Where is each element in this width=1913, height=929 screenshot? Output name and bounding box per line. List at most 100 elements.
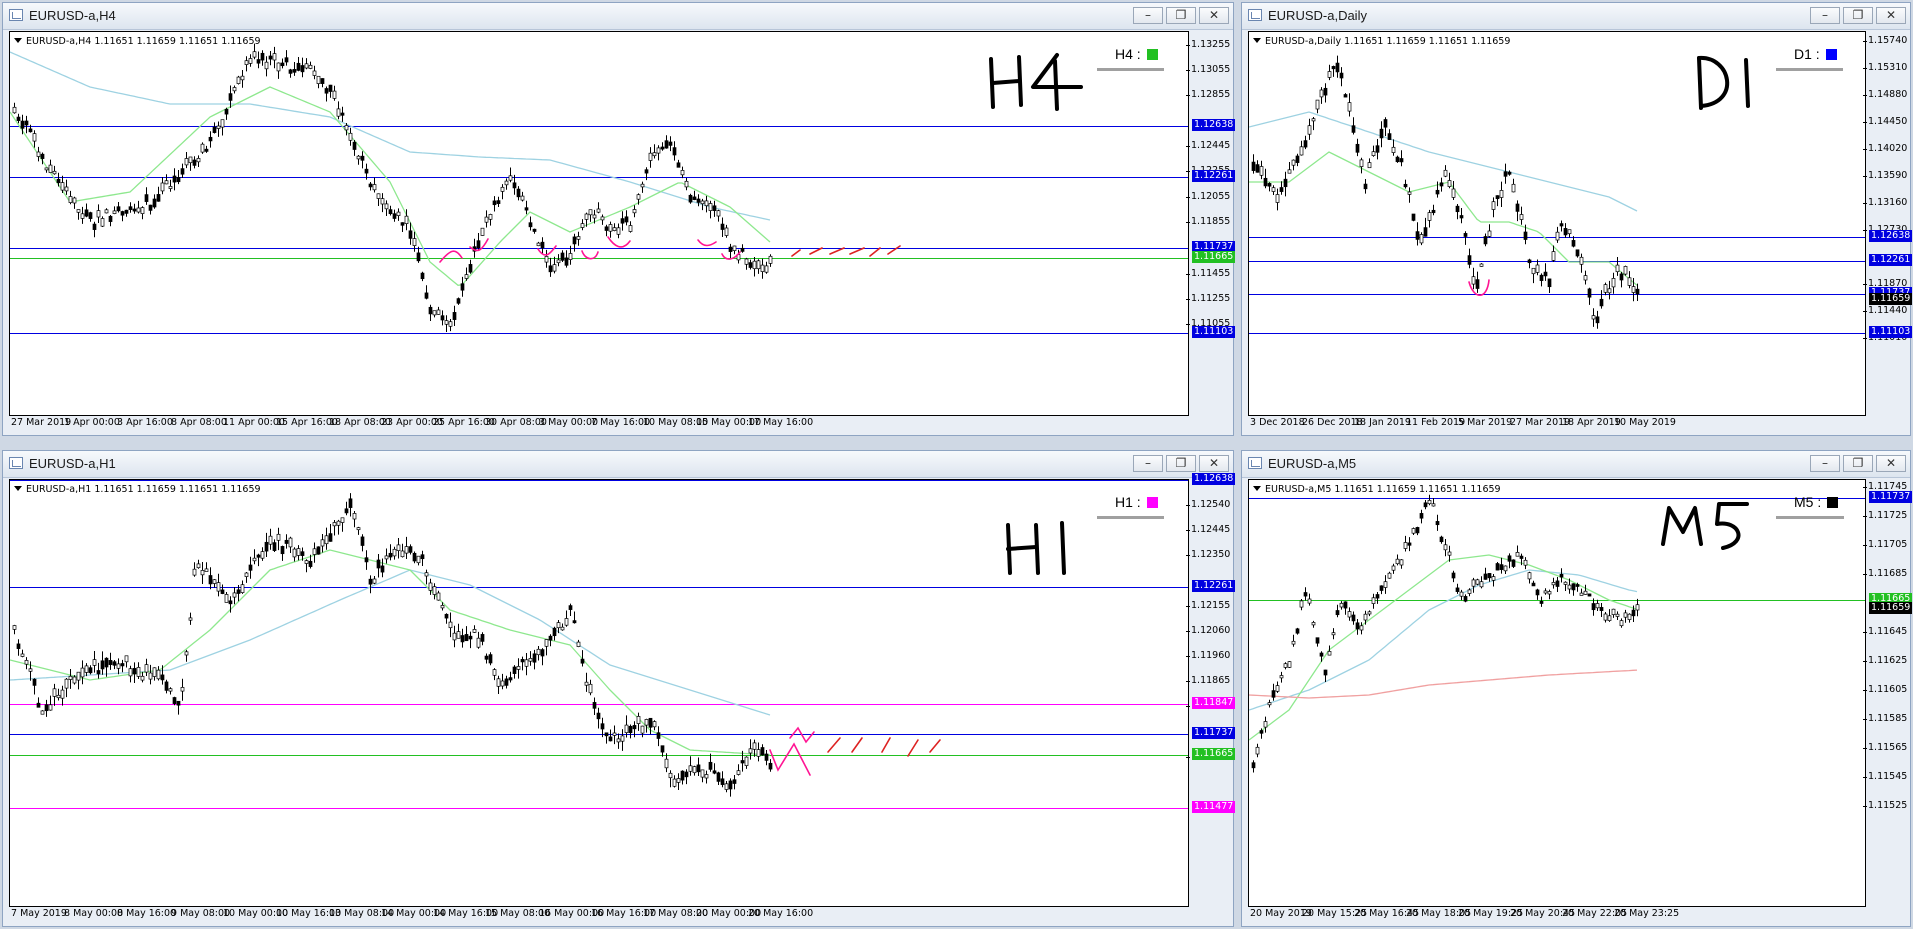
- candle-body: [248, 564, 253, 571]
- label-underline: [1776, 68, 1843, 71]
- restore-button[interactable]: ❐: [1166, 455, 1196, 472]
- candle-body: [1463, 233, 1468, 237]
- minimize-button[interactable]: –: [1810, 7, 1840, 24]
- restore-button[interactable]: ❐: [1843, 7, 1873, 24]
- color-square-icon: [1827, 497, 1839, 508]
- time-tick-label: 5 Mar 2019: [1458, 417, 1513, 428]
- price-scale[interactable]: 1.12540 1.12445 1.12350 1.12155 1.12060 1.119…: [1185, 473, 1236, 905]
- candle-body: [536, 242, 541, 247]
- minimize-button[interactable]: –: [1133, 7, 1163, 24]
- dropdown-triangle-icon[interactable]: [1253, 486, 1261, 491]
- candle-body: [520, 659, 525, 663]
- candle-body: [84, 665, 89, 673]
- minimize-button[interactable]: –: [1810, 455, 1840, 472]
- candle-body: [80, 667, 85, 678]
- candle-body: [296, 62, 301, 71]
- candle-body: [660, 146, 665, 150]
- restore-button[interactable]: ❐: [1843, 455, 1873, 472]
- candle-body: [700, 200, 705, 205]
- price-scale[interactable]: 1.11745 1.11725 1.11705 1.11685 1.11645 1.116…: [1862, 479, 1913, 905]
- candle-body: [1535, 589, 1540, 596]
- chart-area[interactable]: EURUSD-a,M5 1.11651 1.11659 1.11651 1.11…: [1248, 479, 1866, 907]
- candle-body: [544, 256, 549, 263]
- price-scale[interactable]: 1.15740 1.15310 1.14880 1.14450 1.14020 1.135…: [1862, 31, 1913, 414]
- time-scale[interactable]: 7 May 2019 8 May 00:00 8 May 16:00 9 May 08…: [9, 908, 1187, 922]
- dropdown-triangle-icon[interactable]: [1253, 38, 1261, 43]
- candle-body: [408, 546, 413, 553]
- candle-body: [312, 548, 317, 555]
- candle-body: [676, 162, 681, 168]
- title-bar[interactable]: EURUSD-a,M5 – ❐ ✕: [1242, 451, 1910, 478]
- price-plot[interactable]: [1249, 32, 1865, 415]
- time-scale[interactable]: 3 Dec 2018 26 Dec 2018 18 Jan 2019 11 Feb 2…: [1248, 417, 1864, 431]
- time-scale[interactable]: 27 Mar 2019 1 Apr 00:00 3 Apr 16:00 8 Apr 0…: [9, 417, 1187, 431]
- candle-body: [124, 209, 129, 214]
- close-button[interactable]: ✕: [1199, 455, 1229, 472]
- close-button[interactable]: ✕: [1199, 7, 1229, 24]
- candle-body: [764, 753, 769, 761]
- price-level-label: 1.12261: [1192, 170, 1236, 182]
- candle-body: [1603, 284, 1608, 293]
- hand-drawn-mark: [791, 249, 801, 257]
- dropdown-triangle-icon[interactable]: [14, 486, 22, 491]
- candle-body: [232, 87, 237, 92]
- candle-body: [284, 57, 289, 63]
- candle-body: [652, 721, 657, 728]
- candle-body: [108, 215, 113, 222]
- chart-window-icon: [1248, 457, 1262, 469]
- title-bar[interactable]: EURUSD-a,Daily – ❐ ✕: [1242, 3, 1910, 30]
- chart-area[interactable]: EURUSD-a,Daily 1.11651 1.11659 1.11651 1…: [1248, 31, 1866, 416]
- minimize-button[interactable]: –: [1133, 455, 1163, 472]
- price-tick-label: 1.12445: [1185, 140, 1231, 151]
- hand-drawn-mark: [697, 239, 717, 247]
- title-bar[interactable]: EURUSD-a,H1 – ❐ ✕: [3, 451, 1233, 478]
- candle-body: [608, 736, 613, 742]
- candle-body: [756, 260, 761, 270]
- candle-body: [1359, 625, 1364, 631]
- chart-window-d1[interactable]: EURUSD-a,Daily – ❐ ✕ EURUSD-a,Daily 1.11…: [1241, 2, 1913, 436]
- candle-body: [636, 716, 641, 724]
- timeframe-label: M5 :: [1776, 494, 1845, 519]
- hand-drawn-mark: [607, 236, 631, 248]
- close-button[interactable]: ✕: [1876, 7, 1906, 24]
- time-tick-label: 17 May 16:00: [748, 417, 814, 428]
- chart-area[interactable]: EURUSD-a,H1 1.11651 1.11659 1.11651 1.11…: [9, 479, 1189, 907]
- candle-body: [1591, 603, 1596, 611]
- candle-body: [548, 635, 553, 641]
- candle-body: [368, 578, 373, 585]
- title-bar[interactable]: EURUSD-a,H4 – ❐ ✕: [3, 3, 1233, 30]
- candle-body: [1331, 66, 1336, 70]
- candle-body: [1335, 610, 1340, 616]
- candle-body: [508, 175, 513, 181]
- chart-window-h4[interactable]: EURUSD-a,H4 – ❐ ✕ EURUSD-a,H4 1.11651 1.…: [2, 2, 1236, 436]
- close-button[interactable]: ✕: [1876, 455, 1906, 472]
- restore-button[interactable]: ❐: [1166, 7, 1196, 24]
- candle-body: [1599, 298, 1604, 307]
- candle-body: [204, 148, 209, 152]
- candle-body: [212, 579, 217, 584]
- candle-body: [1607, 615, 1612, 621]
- time-scale[interactable]: 20 May 2019 20 May 15:25 20 May 16:45 20 Ma…: [1248, 908, 1864, 922]
- candle-body: [740, 760, 745, 764]
- candle-body: [72, 197, 77, 204]
- candle-body: [180, 687, 185, 692]
- candle-body: [604, 226, 609, 231]
- chart-window-m5[interactable]: EURUSD-a,M5 – ❐ ✕ EURUSD-a,M5 1.11651 1.…: [1241, 450, 1913, 927]
- candle-body: [452, 632, 457, 641]
- candle-body: [500, 680, 505, 687]
- candle-body: [596, 208, 601, 213]
- candle-body: [328, 533, 333, 542]
- candle-body: [276, 62, 281, 72]
- price-plot[interactable]: [1249, 480, 1865, 906]
- candle-body: [172, 175, 177, 183]
- chart-area[interactable]: EURUSD-a,H4 1.11651 1.11659 1.11651 1.11…: [9, 31, 1189, 416]
- candle-body: [260, 52, 265, 61]
- candle-body: [168, 688, 173, 692]
- price-scale[interactable]: 1.132551.130551.128551.124451.122551.120…: [1185, 31, 1236, 414]
- candle-body: [540, 649, 545, 657]
- dropdown-triangle-icon[interactable]: [14, 38, 22, 43]
- chart-window-h1[interactable]: EURUSD-a,H1 – ❐ ✕ EURUSD-a,H1 1.11651 1.…: [2, 450, 1236, 927]
- time-tick-label: 8 Apr 08:00: [171, 417, 227, 428]
- candle-body: [224, 594, 229, 603]
- candlesticks: [12, 493, 773, 797]
